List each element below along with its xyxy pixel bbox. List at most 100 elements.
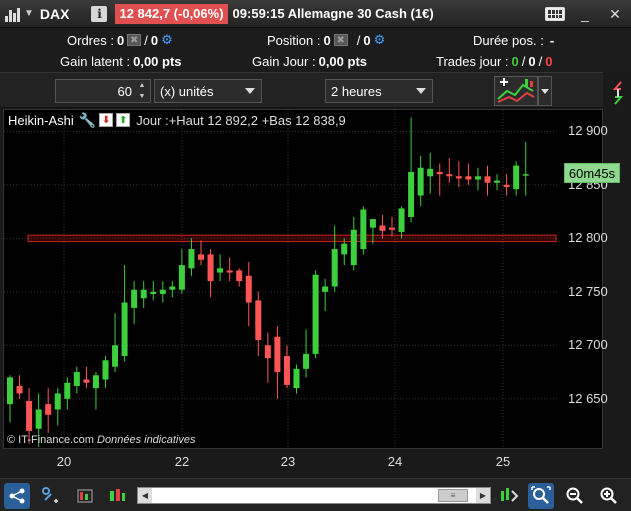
candle-down [379, 225, 386, 231]
period-dropdown-icon[interactable] [416, 88, 426, 94]
info-button[interactable]: i [91, 5, 108, 22]
chart-type-label[interactable]: Heikin-Ashi [3, 113, 74, 128]
duration-cell: Durée pos. : - [473, 33, 554, 48]
indicators-button[interactable] [494, 76, 538, 106]
instrument-dropdown-icon[interactable]: ▼ [24, 8, 34, 19]
candle-chart-type-icon[interactable] [104, 483, 130, 509]
buy-arrow-icon[interactable]: ⬆ [116, 113, 131, 127]
cancel-orders-icon[interactable]: ✖ [127, 34, 142, 46]
close-position-icon[interactable]: ✖ [333, 34, 348, 46]
scroll-thumb[interactable]: ≡ [438, 489, 468, 502]
candle-up [64, 382, 71, 399]
watermark-note: Données indicatives [97, 434, 196, 446]
orders-separator: / [144, 32, 148, 48]
candle-up [417, 167, 424, 196]
position-cell: Position : 0 ✖ / 0 ⚙ [267, 32, 385, 48]
candle-down [446, 174, 453, 177]
candlestick-chart-canvas[interactable] [4, 110, 602, 448]
chart-header: Heikin-Ashi 🔧 ⬇ ⬆ Jour :+Haut 12 892,2 +… [3, 109, 603, 131]
autoscroll-icon[interactable] [496, 483, 522, 509]
instrument-chart-icon[interactable] [5, 6, 21, 22]
candle-down [389, 227, 395, 230]
candle-up [169, 286, 176, 290]
candle-up [112, 345, 119, 367]
candle-down [45, 404, 52, 415]
trades-sep-2: / [538, 53, 543, 69]
order-panel-toggle-icon[interactable] [607, 78, 629, 108]
bar-chart-type-icon[interactable] [72, 483, 98, 509]
candle-up [217, 268, 224, 273]
chart-scrollbar[interactable]: ◀ ≡ ▶ [137, 487, 491, 504]
trades-neutral: 0 [528, 53, 536, 69]
candle-down [283, 356, 290, 385]
x-tick-label: 22 [174, 454, 190, 469]
y-tick-label: 12 750 [568, 283, 608, 299]
candle-up [322, 286, 329, 292]
price-change-badge: 12 842,7 (-0,06%) [115, 3, 228, 24]
orders-settings-gear-icon[interactable]: ⚙ [161, 32, 173, 48]
orders-cell: Ordres : 0 ✖ / 0 ⚙ [67, 32, 173, 48]
candle-up [131, 289, 138, 308]
trades-label: Trades jour : [436, 53, 509, 69]
scroll-right-icon[interactable]: ▶ [476, 488, 490, 503]
indicators-dropdown[interactable] [538, 76, 552, 106]
candle-down [16, 385, 23, 394]
units-select[interactable]: (x) unités [154, 79, 262, 103]
quantity-value[interactable]: 60 [118, 84, 132, 99]
candle-down [207, 254, 214, 282]
candle-up [408, 172, 415, 217]
period-select[interactable]: 2 heures [325, 79, 433, 103]
period-selected[interactable]: 2 heures [331, 84, 382, 99]
watermark-source: © IT-Finance.com [7, 434, 94, 446]
keyboard-icon[interactable] [545, 4, 565, 24]
candle-up [427, 168, 434, 177]
quantity-stepper[interactable]: 60 ▲ ▼ [55, 79, 151, 103]
bottom-toolbar: ◀ ≡ ▶ [0, 478, 631, 511]
y-tick-label: 12 700 [568, 337, 608, 353]
orders-value-2: 0 [150, 32, 159, 48]
zoom-out-icon[interactable] [562, 483, 588, 509]
candle-down [236, 270, 243, 282]
x-tick-label: 24 [387, 454, 403, 469]
zoom-fit-icon[interactable] [528, 483, 554, 509]
candle-down [264, 345, 271, 359]
close-button[interactable]: ✕ [605, 4, 625, 24]
candle-down [83, 379, 90, 383]
instrument-name[interactable]: DAX [40, 6, 70, 22]
share-icon[interactable] [4, 483, 30, 509]
candle-timer-badge: 60m45s [564, 163, 620, 183]
x-tick-label: 23 [280, 454, 296, 469]
trades-cell: Trades jour : 0 / 0 / 0 [436, 54, 552, 69]
position-settings-gear-icon[interactable]: ⚙ [374, 32, 386, 48]
candle-up [474, 176, 481, 180]
y-tick-label: 12 900 [568, 123, 608, 139]
day-high-low-text: Jour :+Haut 12 892,2 +Bas 12 838,9 [136, 112, 346, 128]
candle-up [150, 291, 157, 294]
spin-up-icon[interactable]: ▲ [139, 82, 146, 89]
sell-arrow-icon[interactable]: ⬇ [99, 113, 114, 127]
position-value-1: 0 [323, 32, 331, 48]
link-icon[interactable] [38, 483, 64, 509]
resistance-zone[interactable] [27, 234, 557, 243]
units-dropdown-icon[interactable] [245, 88, 255, 94]
price-chart[interactable] [3, 109, 603, 449]
orders-value-1: 0 [116, 32, 125, 48]
minimize-button[interactable]: _ [575, 4, 595, 24]
candle-up [178, 265, 185, 290]
scroll-left-icon[interactable]: ◀ [138, 488, 152, 503]
trades-sep-1: / [521, 53, 526, 69]
candle-up [159, 289, 166, 294]
spin-down-icon[interactable]: ▼ [139, 93, 146, 100]
indicators-dropdown-icon[interactable] [541, 89, 549, 94]
position-label: Position : [267, 32, 321, 48]
candle-up [188, 249, 195, 269]
candle-up [7, 377, 13, 405]
candle-up [121, 302, 128, 357]
units-selected[interactable]: (x) unités [160, 84, 213, 99]
zoom-in-icon[interactable] [596, 483, 622, 509]
indicators-chart-icon [497, 78, 535, 103]
candle-up [312, 274, 319, 354]
duration-value: - [549, 32, 555, 48]
wrench-icon[interactable]: 🔧 [79, 112, 96, 129]
candle-down [198, 254, 204, 260]
